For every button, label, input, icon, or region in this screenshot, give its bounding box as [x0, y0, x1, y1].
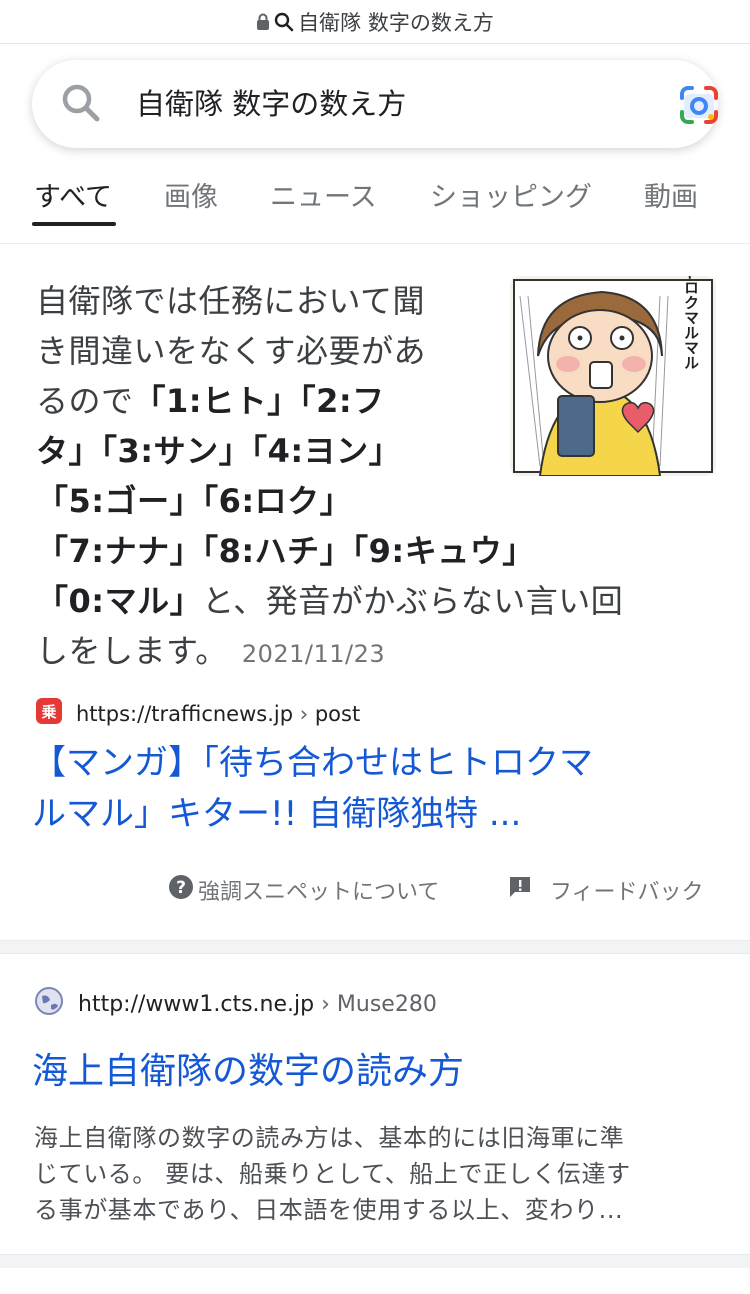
result-2-title-link[interactable]: 海上自衛隊の数字の読み方: [32, 1048, 464, 1096]
search-box[interactable]: 自衛隊 数字の数え方: [32, 60, 718, 148]
result-2-description-line: 海上自衛隊の数字の読み方は、基本的には旧海軍に準: [34, 1124, 625, 1152]
tab-news[interactable]: ニュース: [270, 180, 377, 216]
chevron-right-icon: ›: [321, 991, 330, 1017]
snippet-line: 「5:ゴー」「6:ロク」: [36, 476, 476, 526]
manga-illustration: ヒトロクマルマル: [510, 276, 716, 476]
snippet-highlight: 「0:マル」: [36, 582, 203, 620]
snippet-line: 自衛隊では任務において聞: [36, 276, 476, 326]
snippet-highlight: タ」「3:サン」「4:ヨン」: [36, 432, 402, 470]
snippet-text: と、発音がかぶらない言い回: [202, 582, 624, 620]
chevron-right-icon: ›: [299, 701, 309, 726]
result-2-url: http://www1.cts.ne.jp: [78, 991, 315, 1017]
snippet-date: 2021/11/23: [241, 640, 386, 668]
result-1-title-link[interactable]: 【マンガ】「待ち合わせはヒトロクマ ルマル」キター!! 自衛隊独特 ...: [32, 738, 722, 840]
snippet-line: しをします。 2021/11/23: [36, 626, 696, 679]
search-icon[interactable]: [60, 82, 102, 128]
result-1-url: https://trafficnews.jp: [76, 701, 294, 726]
snippet-meta: ? 強調スニペットについて フィードバック: [0, 872, 750, 908]
tab-videos[interactable]: 動画: [644, 180, 698, 216]
snippet-line: 「7:ナナ」「8:ハチ」「9:キュウ」: [36, 526, 696, 576]
tab-images[interactable]: 画像: [164, 180, 218, 216]
address-bar-text: 自衛隊 数字の数え方: [298, 10, 494, 35]
svg-text:?: ?: [176, 878, 186, 898]
snippet-text: るので: [36, 382, 134, 420]
feedback-link[interactable]: フィードバック: [508, 874, 704, 906]
result-2-path: Muse280: [336, 991, 437, 1017]
globe-icon: [34, 986, 64, 1022]
tab-shopping[interactable]: ショッピング: [430, 180, 592, 216]
section-divider: [0, 1254, 750, 1268]
svg-text:乗: 乗: [41, 703, 56, 721]
search-input[interactable]: 自衛隊 数字の数え方: [136, 84, 406, 124]
about-featured-snippets-link[interactable]: ? 強調スニペットについて: [168, 874, 439, 906]
result-2-description-line: る事が基本であり、日本語を使用する以上、変わり...: [34, 1196, 624, 1224]
search-icon: [274, 12, 294, 32]
snippet-text: き間違いをなくす必要があ: [36, 332, 427, 370]
google-lens-icon[interactable]: [676, 82, 722, 132]
snippet-text: 自衛隊では任務において聞: [36, 282, 426, 320]
snippet-line: き間違いをなくす必要があ: [36, 326, 476, 376]
snippet-highlight: 「7:ナナ」「8:ハチ」「9:キュウ」: [36, 532, 535, 570]
snippet-line: タ」「3:サン」「4:ヨン」: [36, 426, 476, 476]
address-bar[interactable]: 自衛隊 数字の数え方: [0, 0, 750, 44]
trafficnews-favicon: 乗: [36, 698, 62, 729]
feedback-icon: [508, 875, 532, 905]
snippet-line: 「0:マル」と、発音がかぶらない言い回: [36, 576, 696, 626]
result-2-description: 海上自衛隊の数字の読み方は、基本的には旧海軍に準 じている。 要は、船乗りとして…: [34, 1120, 714, 1228]
lock-icon: [256, 13, 270, 31]
result-1-title-line: ルマル」キター!! 自衛隊独特 ...: [32, 794, 522, 834]
about-featured-snippets-label: 強調スニペットについて: [198, 880, 440, 905]
result-1-path: post: [314, 701, 361, 726]
snippet-text: しをします。: [36, 632, 228, 670]
tab-all[interactable]: すべて: [34, 180, 112, 216]
result-1-source[interactable]: 乗 https://trafficnews.jp › post: [36, 698, 360, 729]
snippet-highlight: 「1:ヒト」「2:フ: [133, 382, 385, 420]
section-divider: [0, 940, 750, 954]
help-icon: ?: [168, 874, 194, 906]
snippet-highlight: 「5:ゴー」「6:ロク」: [36, 482, 353, 520]
thumbnail-caption: ヒトロクマルマル: [682, 276, 700, 370]
result-1-title-line: 【マンガ】「待ち合わせはヒトロクマ: [32, 743, 593, 783]
result-2-source[interactable]: http://www1.cts.ne.jp › Muse280: [34, 986, 437, 1022]
snippet-thumbnail[interactable]: ヒトロクマルマル: [510, 276, 716, 476]
active-tab-indicator: [32, 222, 116, 226]
search-tabs: すべて 画像 ニュース ショッピング 動画: [0, 160, 750, 244]
result-2-description-line: じている。 要は、船乗りとして、船上で正しく伝達す: [34, 1160, 631, 1188]
feedback-label: フィードバック: [550, 880, 704, 905]
snippet-line: るので「1:ヒト」「2:フ: [36, 376, 476, 426]
